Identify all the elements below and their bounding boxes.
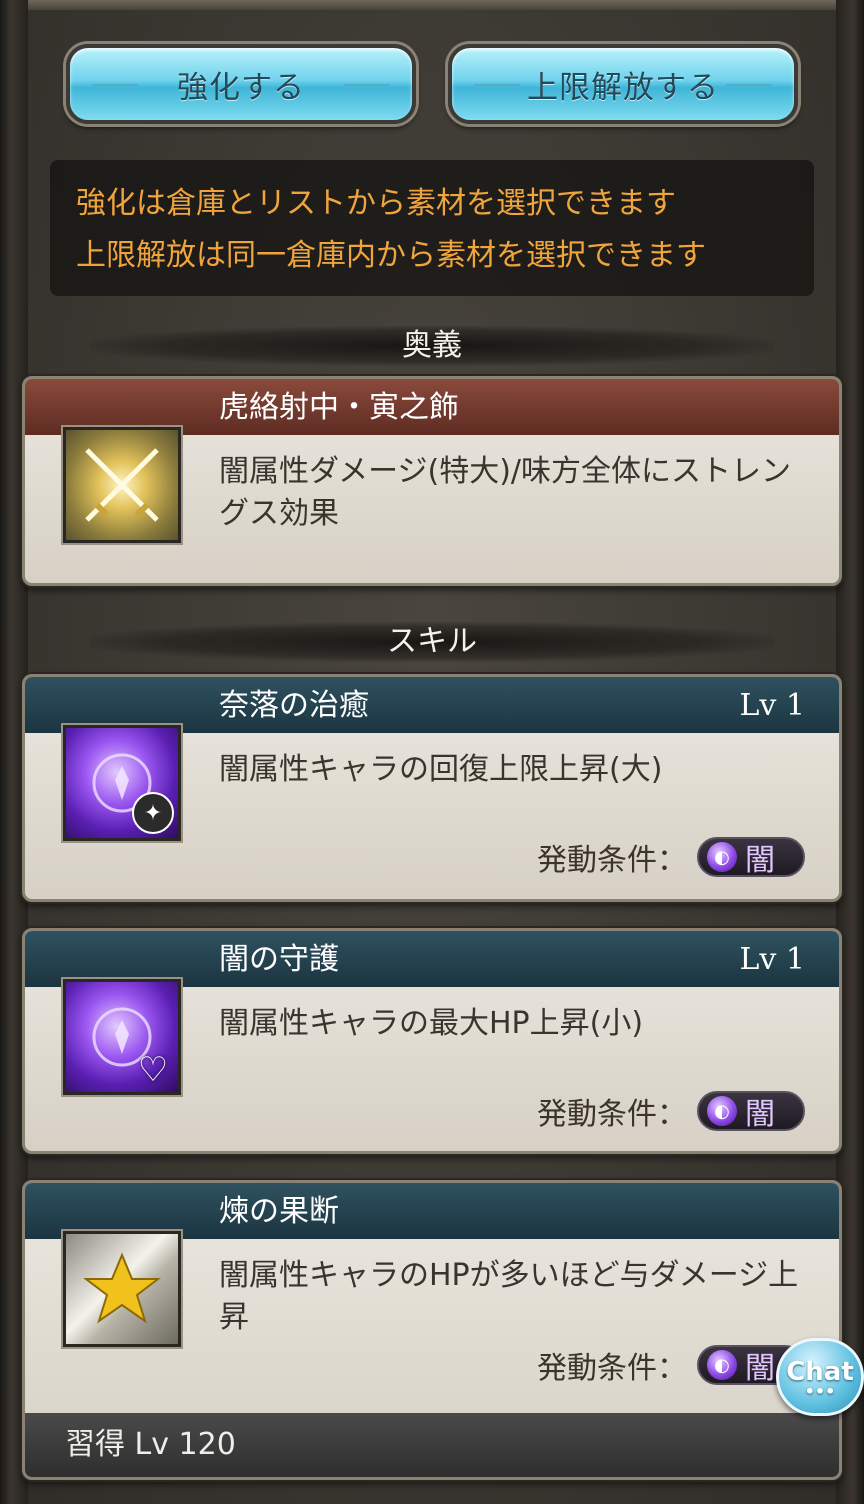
acquire-level: 習得 Lv 120 [65, 1427, 236, 1462]
dark-orb-icon: ◐ [707, 1350, 737, 1380]
activation-condition: 発動条件： ◐ 闇 [537, 1343, 805, 1387]
crossed-swords-icon [63, 427, 181, 543]
section-title-ougi: 奥義 [90, 326, 774, 366]
condition-value: 闇 [745, 1351, 775, 1386]
chat-button[interactable]: Chat ••• [776, 1338, 864, 1416]
dark-element-badge: ◐ 闇 [697, 1091, 805, 1132]
skill-description: 闇属性キャラの最大HP上昇(小) [219, 1006, 644, 1041]
ougi-description: 闇属性ダメージ(特大)/味方全体にストレングス効果 [219, 454, 792, 531]
dark-heal-cap-icon: ✦ [63, 725, 181, 841]
section-title-skill: スキル [90, 622, 774, 662]
skill-level: Lv 1 [739, 942, 806, 977]
activation-condition: 発動条件： ◐ 闇 [537, 835, 805, 879]
ougi-name: 虎絡射中・寅之飾 [219, 390, 459, 425]
limit-break-button-label: 上限解放する [527, 69, 719, 106]
limit-break-button[interactable]: 上限解放する [448, 44, 798, 124]
condition-value: 闇 [745, 843, 775, 878]
dark-orb-icon: ◐ [707, 842, 737, 872]
condition-label: 発動条件： [537, 1351, 687, 1386]
activation-condition: 発動条件： ◐ 闇 [537, 1089, 805, 1133]
button-ornament [92, 84, 138, 86]
info-line-2: 上限解放は同一倉庫内から素材を選択できます [76, 238, 706, 273]
skill-name: 煉の果断 [219, 1194, 339, 1229]
skill-description: 闇属性キャラのHPが多いほど与ダメージ上昇 [219, 1258, 799, 1335]
skill-level: Lv 1 [739, 688, 806, 723]
info-line-1: 強化は倉庫とリストから素材を選択できます [76, 186, 676, 221]
heal-sparkle-badge-icon: ✦ [132, 792, 174, 834]
skill-card-3[interactable]: 煉の果断 闇属性キャラのHPが多いほど与ダメージ上昇 発動条件： ◐ 闇 習得 … [22, 1180, 842, 1480]
condition-label: 発動条件： [537, 843, 687, 878]
skill-name: 闇の守護 [219, 942, 339, 977]
skill-card-1[interactable]: 奈落の治癒 Lv 1 ✦ 闇属性キャラの回復上限上昇(大) 発動条件： ◐ 闇 [22, 674, 842, 902]
dark-element-badge: ◐ 闇 [697, 837, 805, 878]
enhance-button[interactable]: 強化する [66, 44, 416, 124]
skill-card-2[interactable]: 闇の守護 Lv 1 ♡ 闇属性キャラの最大HP上昇(小) 発動条件： ◐ 闇 [22, 928, 842, 1154]
star-icon [63, 1231, 181, 1347]
button-ornament [726, 84, 772, 86]
ougi-card[interactable]: 虎絡射中・寅之飾 闇属性ダメージ(特大)/味方全体にストレングス効果 [22, 376, 842, 586]
heart-up-badge-icon: ♡ [137, 1050, 169, 1090]
acquire-level-bar: 習得 Lv 120 [25, 1413, 839, 1477]
info-box: 強化は倉庫とリストから素材を選択できます 上限解放は同一倉庫内から素材を選択でき… [50, 160, 814, 296]
dark-hp-up-icon: ♡ [63, 979, 181, 1095]
condition-label: 発動条件： [537, 1097, 687, 1132]
enhance-button-label: 強化する [177, 69, 305, 106]
skill-description: 闇属性キャラの回復上限上昇(大) [219, 752, 663, 787]
button-ornament [344, 84, 390, 86]
dark-orb-icon: ◐ [707, 1096, 737, 1126]
skill-name: 奈落の治癒 [219, 688, 369, 723]
button-ornament [474, 84, 520, 86]
condition-value: 闇 [745, 1097, 775, 1132]
chat-dots-icon: ••• [804, 1382, 836, 1401]
